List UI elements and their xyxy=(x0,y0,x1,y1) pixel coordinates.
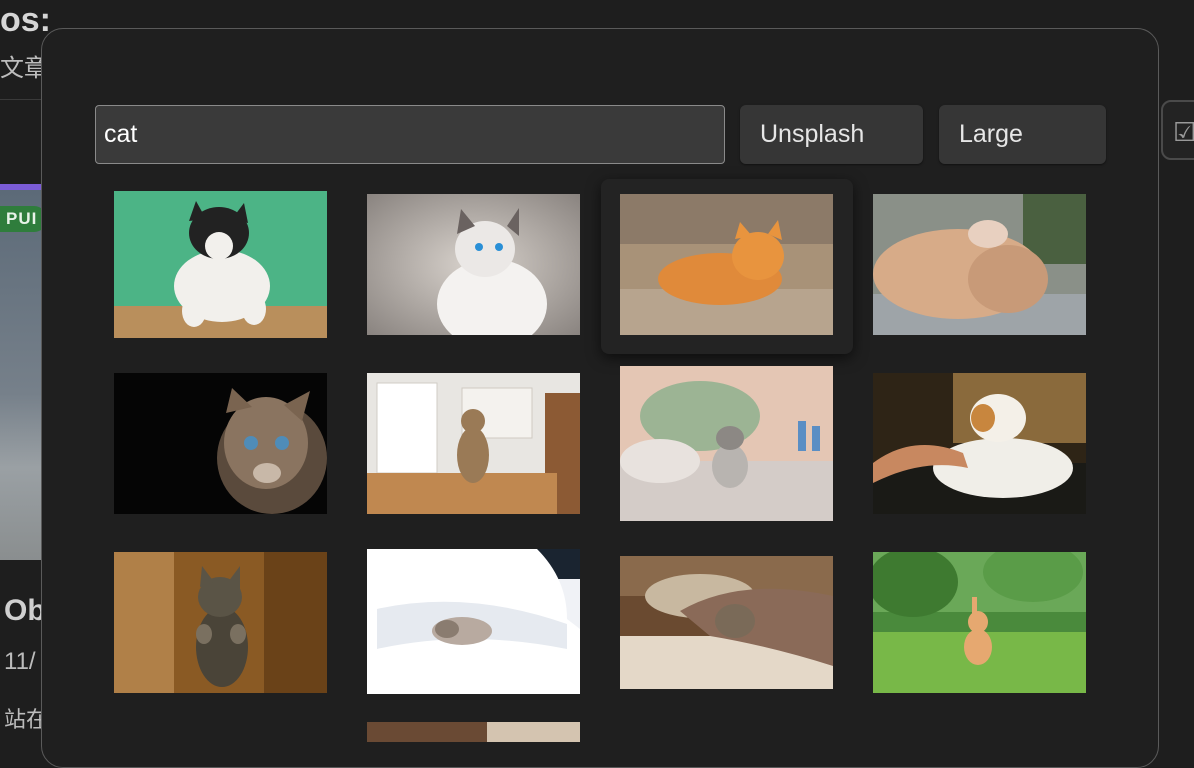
image-result[interactable] xyxy=(873,194,1086,335)
image-search-modal: Unsplash Large xyxy=(41,28,1159,768)
search-input[interactable] xyxy=(95,105,725,164)
image-result[interactable] xyxy=(367,549,580,694)
image-result[interactable] xyxy=(114,191,327,338)
image-result[interactable] xyxy=(873,552,1086,693)
background-heading: os: xyxy=(0,1,51,39)
image-result[interactable] xyxy=(367,194,580,335)
image-result[interactable] xyxy=(114,552,327,693)
source-select[interactable]: Unsplash xyxy=(740,105,923,164)
image-result[interactable] xyxy=(620,366,833,521)
image-result[interactable] xyxy=(620,556,833,689)
background-post-title[interactable]: Ob xyxy=(4,594,46,628)
image-result[interactable] xyxy=(114,373,327,514)
image-result[interactable] xyxy=(367,722,580,742)
background-post-date: 11/ xyxy=(4,648,36,675)
image-result[interactable] xyxy=(620,194,833,335)
image-result[interactable] xyxy=(367,373,580,514)
size-select[interactable]: Large xyxy=(939,105,1106,164)
image-result[interactable] xyxy=(873,373,1086,514)
checklist-icon[interactable]: ☑ xyxy=(1161,100,1194,160)
